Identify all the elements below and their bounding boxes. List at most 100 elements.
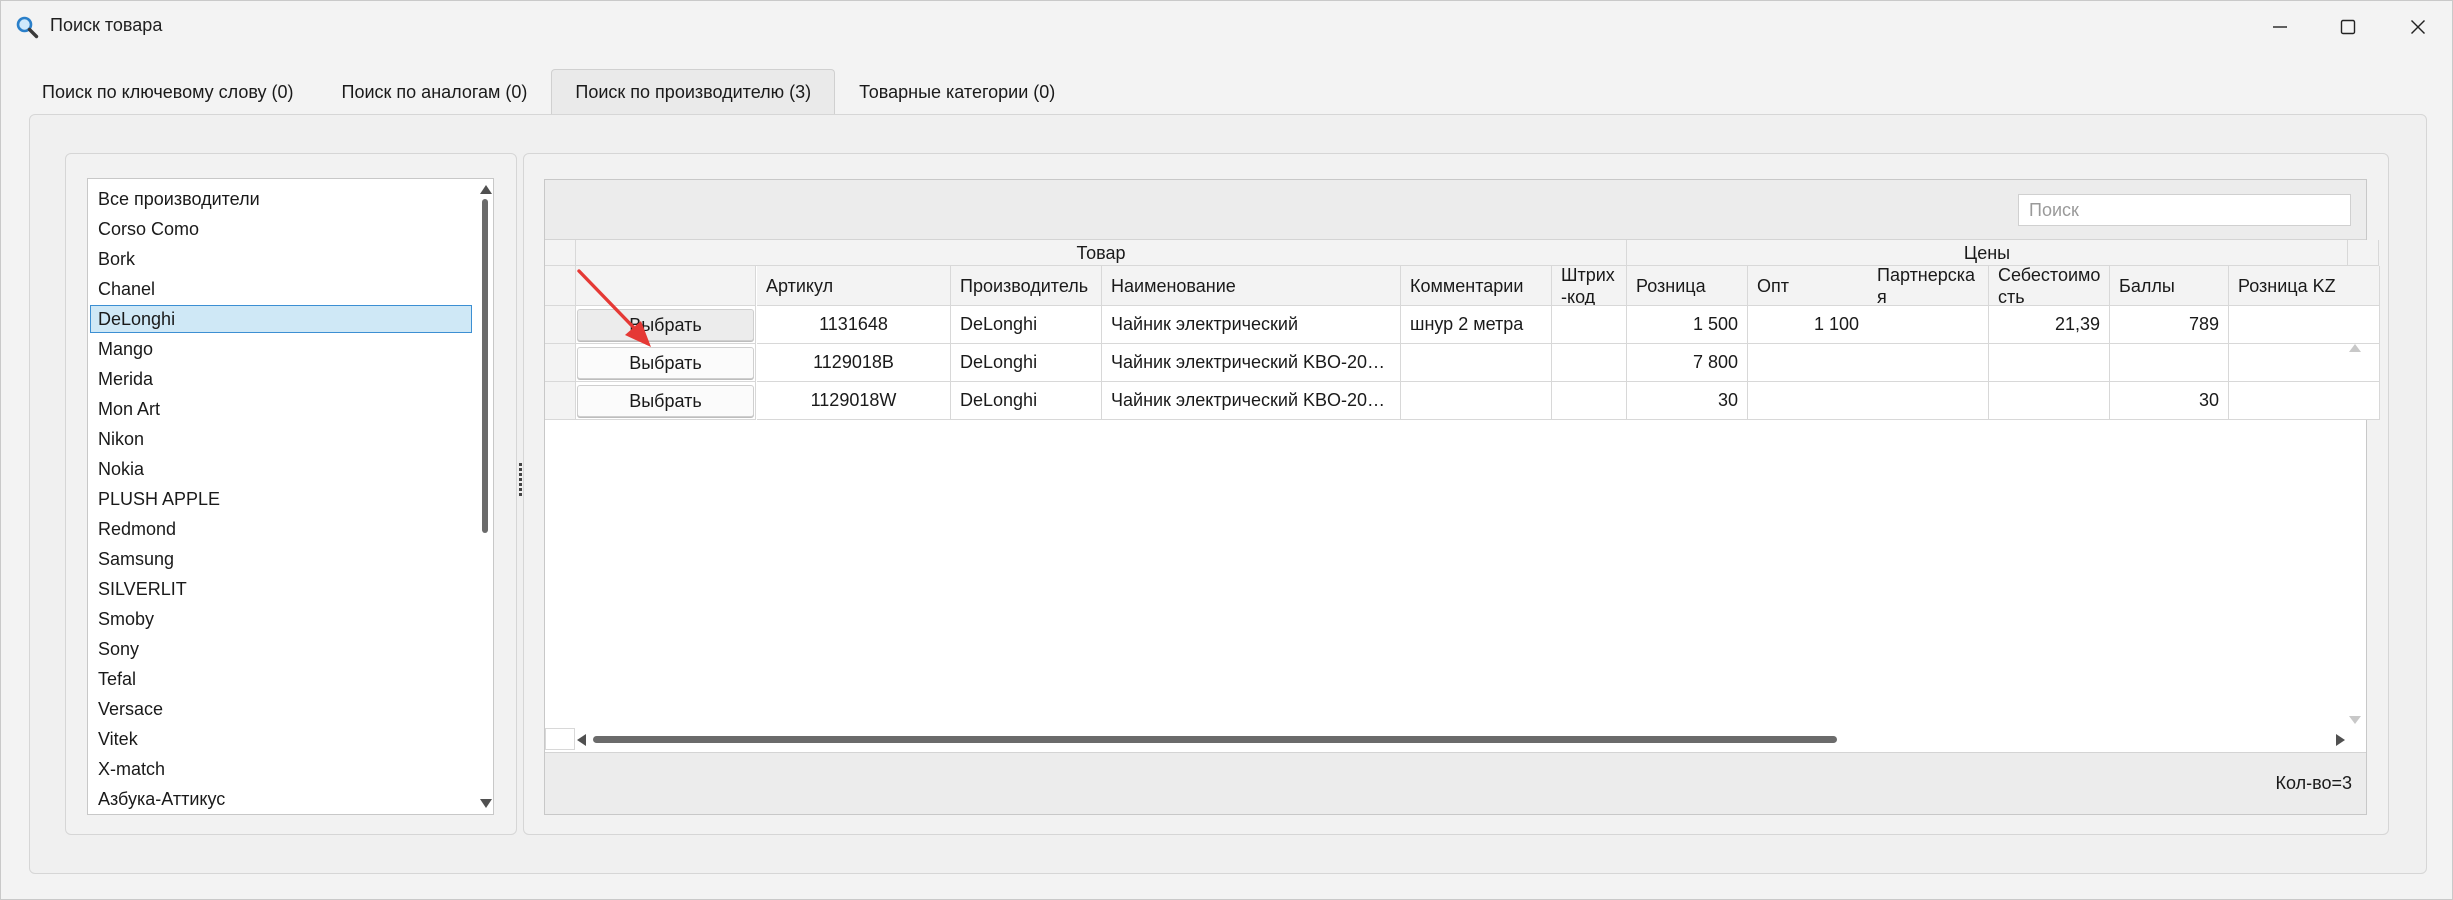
manufacturer-item[interactable]: Sony [90, 635, 472, 663]
maximize-button[interactable] [2314, 1, 2382, 53]
col-header-cost[interactable]: Себестоимо сть [1989, 266, 2110, 306]
cell-points[interactable]: 789 [2110, 306, 2229, 344]
cell-name[interactable]: Чайник электрический KBO-200... [1102, 382, 1401, 420]
cell-retail[interactable]: 1 500 [1627, 306, 1748, 344]
tab-manufacturer-search[interactable]: Поиск по производителю (3) [551, 69, 836, 115]
cell-partner[interactable] [1868, 344, 1989, 382]
cell-manufacturer[interactable]: DeLonghi [951, 344, 1102, 382]
manufacturer-item[interactable]: Samsung [90, 545, 472, 573]
cell-article[interactable]: 1129018B [757, 344, 951, 382]
close-button[interactable] [2384, 1, 2452, 53]
row-header-cell [545, 382, 576, 420]
cell-barcode[interactable] [1552, 382, 1627, 420]
manufacturer-item[interactable]: Nokia [90, 455, 472, 483]
col-header-manufacturer[interactable]: Производитель [951, 266, 1102, 306]
select-product-button[interactable]: Выбрать [577, 309, 754, 341]
manufacturer-item[interactable]: Mango [90, 335, 472, 363]
scroll-up-arrow-icon[interactable] [480, 185, 492, 194]
scroll-left-arrow-icon[interactable] [577, 734, 586, 746]
col-header-barcode[interactable]: Штрих -код [1552, 266, 1627, 306]
cell-manufacturer[interactable]: DeLonghi [951, 382, 1102, 420]
manufacturer-item[interactable]: PLUSH APPLE [90, 485, 472, 513]
cell-partner[interactable] [1868, 306, 1989, 344]
scrollbar-thumb[interactable] [482, 199, 488, 533]
manufacturer-item[interactable]: Merida [90, 365, 472, 393]
manufacturer-item[interactable]: Mon Art [90, 395, 472, 423]
manufacturer-item[interactable]: Smoby [90, 605, 472, 633]
cell-retail-kz[interactable] [2229, 306, 2380, 344]
cell-partner[interactable] [1868, 382, 1989, 420]
manufacturer-item[interactable]: Bork [90, 245, 472, 273]
maximize-icon [2340, 19, 2356, 35]
grid-search-input[interactable] [2018, 194, 2351, 226]
manufacturer-item[interactable]: Corso Como [90, 215, 472, 243]
cell-name[interactable]: Чайник электрический [1102, 306, 1401, 344]
manufacturer-item[interactable]: Все производители [90, 185, 472, 213]
manufacturer-item[interactable]: Chanel [90, 275, 472, 303]
manufacturer-item[interactable]: Nikon [90, 425, 472, 453]
select-cell: Выбрать [576, 306, 756, 344]
scroll-down-arrow-icon[interactable] [480, 799, 492, 808]
scroll-up-arrow-icon[interactable] [2349, 344, 2361, 352]
cell-article[interactable]: 1131648 [757, 306, 951, 344]
col-header-retail-kz[interactable]: Розница KZ [2229, 266, 2380, 306]
col-header-name[interactable]: Наименование [1102, 266, 1401, 306]
manufacturer-item[interactable]: DeLonghi [90, 305, 472, 333]
cell-barcode[interactable] [1552, 344, 1627, 382]
cell-points[interactable]: 30 [2110, 382, 2229, 420]
row-header-corner [545, 240, 576, 266]
manufacturer-list[interactable]: Все производители Corso Como Bork Chanel DeL… [87, 178, 494, 815]
row-header-column [545, 266, 576, 306]
table-row[interactable]: Выбрать 1131648 DeLonghi Чайник электрическ… [545, 306, 2380, 344]
manufacturer-list-scrollbar[interactable] [477, 179, 493, 814]
grid-vertical-scrollbar[interactable] [2345, 340, 2365, 728]
cell-article[interactable]: 1129018W [757, 382, 951, 420]
tab-analog-search[interactable]: Поиск по аналогам (0) [318, 69, 552, 115]
col-header-points[interactable]: Баллы [2110, 266, 2229, 306]
scrollbar-thumb[interactable] [593, 736, 1837, 743]
table-row[interactable]: Выбрать 1129018W DeLonghi Чайник электричес… [545, 382, 2380, 420]
result-count: Кол-во=3 [2275, 773, 2353, 793]
title-bar: Поиск товара [1, 1, 2452, 53]
grid-horizontal-scrollbar[interactable] [577, 728, 2345, 750]
cell-comment[interactable] [1401, 382, 1552, 420]
tab-product-categories[interactable]: Товарные категории (0) [835, 69, 1079, 115]
manufacturer-item[interactable]: Vitek [90, 725, 472, 753]
minimize-button[interactable] [2246, 1, 2314, 53]
table-row[interactable]: Выбрать 1129018B DeLonghi Чайник электричес… [545, 344, 2380, 382]
cell-wholesale[interactable] [1748, 382, 1869, 420]
manufacturer-item[interactable]: SILVERLIT [90, 575, 472, 603]
col-header-comment[interactable]: Комментарии [1401, 266, 1552, 306]
cell-retail[interactable]: 30 [1627, 382, 1748, 420]
scroll-right-arrow-icon[interactable] [2336, 734, 2345, 746]
col-header-retail[interactable]: Розница [1627, 266, 1748, 306]
cell-wholesale[interactable]: 1 100 [1748, 306, 1869, 344]
select-product-button[interactable]: Выбрать [577, 385, 754, 417]
manufacturer-item[interactable]: Tefal [90, 665, 472, 693]
tab-keyword-search[interactable]: Поиск по ключевому слову (0) [18, 69, 318, 115]
cell-cost[interactable]: 21,39 [1989, 306, 2110, 344]
cell-barcode[interactable] [1552, 306, 1627, 344]
manufacturer-item[interactable]: Versace [90, 695, 472, 723]
scroll-down-arrow-icon[interactable] [2349, 716, 2361, 724]
manufacturer-item[interactable]: X-match [90, 755, 472, 783]
cell-manufacturer[interactable]: DeLonghi [951, 306, 1102, 344]
cell-retail[interactable]: 7 800 [1627, 344, 1748, 382]
cell-name[interactable]: Чайник электрический KBO-200... [1102, 344, 1401, 382]
cell-cost[interactable] [1989, 344, 2110, 382]
select-product-button[interactable]: Выбрать [577, 347, 754, 379]
col-header-article[interactable]: Артикул [757, 266, 951, 306]
cell-comment[interactable]: шнур 2 метра [1401, 306, 1552, 344]
manufacturer-item[interactable]: Азбука-Аттикус [90, 785, 472, 813]
row-header-cell [545, 306, 576, 344]
grid-footer: Кол-во=3 [545, 752, 2366, 814]
col-header-partner[interactable]: Партнерска я [1868, 266, 1989, 306]
cell-cost[interactable] [1989, 382, 2110, 420]
cell-comment[interactable] [1401, 344, 1552, 382]
col-header-select [576, 266, 756, 306]
col-header-wholesale[interactable]: Опт [1748, 266, 1869, 306]
manufacturer-item[interactable]: Redmond [90, 515, 472, 543]
cell-points[interactable] [2110, 344, 2229, 382]
group-header-filler [2348, 240, 2379, 266]
cell-wholesale[interactable] [1748, 344, 1869, 382]
